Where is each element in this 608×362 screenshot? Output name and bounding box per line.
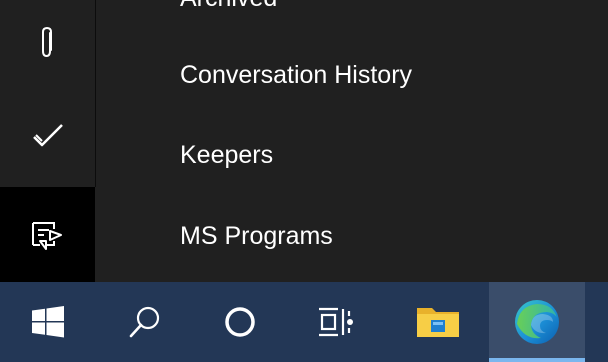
start-button[interactable] <box>0 282 96 362</box>
shortcuts-icon <box>30 219 66 251</box>
tasks-button[interactable] <box>0 95 95 177</box>
file-explorer-icon <box>415 304 461 340</box>
cortana-icon <box>223 305 257 339</box>
folder-item-ms-programs[interactable]: MS Programs <box>180 221 333 251</box>
task-view-button[interactable] <box>288 282 384 362</box>
edge-browser-button[interactable] <box>489 282 585 362</box>
folder-item-keepers[interactable]: Keepers <box>180 140 273 170</box>
running-indicator <box>489 358 585 362</box>
shortcuts-button[interactable] <box>0 187 95 282</box>
search-icon <box>128 305 162 339</box>
paperclip-icon <box>38 25 58 61</box>
edge-browser-icon <box>513 298 561 346</box>
windows-start-icon <box>31 306 65 338</box>
attachments-button[interactable] <box>0 2 95 84</box>
search-button[interactable] <box>97 282 193 362</box>
file-explorer-button[interactable] <box>390 282 486 362</box>
folder-item-conversation-history[interactable]: Conversation History <box>180 60 412 90</box>
checkmark-icon <box>31 122 65 150</box>
folder-list: Archived Conversation History Keepers MS… <box>96 0 608 282</box>
cortana-button[interactable] <box>192 282 288 362</box>
task-view-icon <box>318 307 354 337</box>
taskbar <box>0 282 608 362</box>
folder-item-archived[interactable]: Archived <box>180 0 277 13</box>
navigation-rail <box>0 0 95 282</box>
